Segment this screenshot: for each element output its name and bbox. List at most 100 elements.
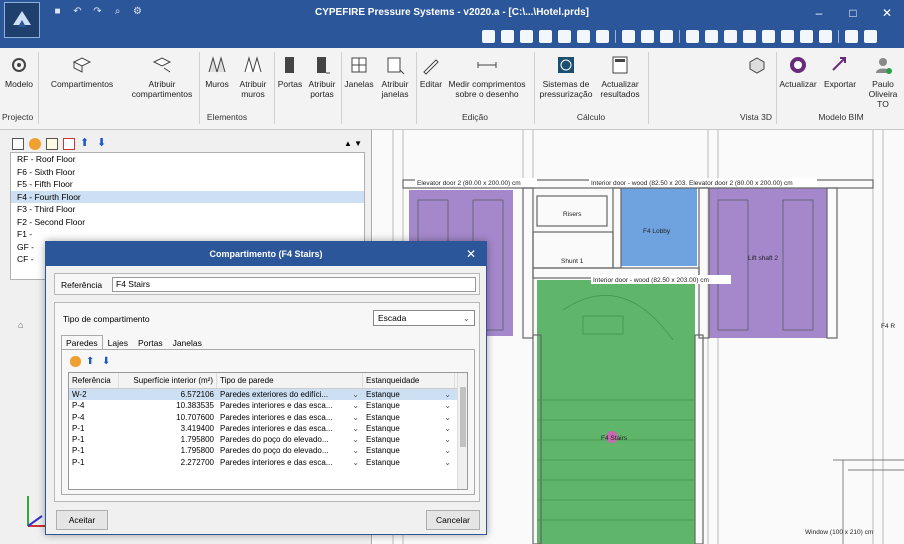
user-avatar-icon	[876, 58, 892, 74]
maximize-button[interactable]: □	[836, 0, 870, 26]
view-toolbar	[0, 26, 904, 48]
lobby-room[interactable]	[621, 188, 697, 266]
atribuir-muros-button[interactable]: Atribuir muros	[233, 54, 273, 99]
separator	[615, 30, 616, 43]
move-down-icon[interactable]: ⬇	[102, 356, 113, 367]
assign-window-icon	[387, 57, 405, 75]
minimize-button[interactable]: –	[802, 0, 836, 26]
snap-icon[interactable]	[660, 30, 673, 43]
floor-item-selected[interactable]: F4 - Fourth Floor	[11, 190, 364, 203]
atribuir-portas-button[interactable]: Atribuir portas	[304, 54, 340, 99]
app-logo-icon[interactable]	[4, 2, 40, 38]
chevron-down-icon: ⌄	[444, 457, 451, 467]
clip-icon[interactable]	[800, 30, 813, 43]
move-up-icon[interactable]: ⬆	[80, 138, 92, 150]
pencil-icon	[423, 59, 439, 75]
tools-icon[interactable]	[819, 30, 832, 43]
floor-item[interactable]: F1 -	[11, 228, 364, 241]
window-icon[interactable]	[686, 30, 699, 43]
janelas-button[interactable]: Janelas	[343, 54, 375, 89]
portas-button[interactable]: Portas	[276, 54, 304, 89]
table-row[interactable]: P-4 10.707600 Paredes interiores e das e…	[69, 412, 467, 423]
lift-shaft-room[interactable]	[709, 188, 827, 338]
floor-item[interactable]: F2 - Second Floor	[11, 216, 364, 229]
label-elevator-door-b: Elevator door 2 (80.00 x 200.00) cm	[689, 180, 793, 187]
edit-icon[interactable]	[70, 356, 81, 367]
chevron-down-icon: ⌄	[352, 435, 359, 445]
floor-item[interactable]: RF - Roof Floor	[11, 153, 364, 166]
col-referencia[interactable]: Referência	[69, 373, 119, 388]
copy-floor-icon[interactable]	[46, 138, 58, 150]
separator	[416, 52, 417, 124]
move-down-icon[interactable]: ⬇	[97, 138, 109, 150]
type-select[interactable]: Escada ⌄	[373, 310, 475, 326]
vista-3d-button[interactable]	[740, 54, 774, 79]
assign-room-icon	[152, 57, 172, 73]
exportar-button[interactable]: Exportar	[820, 54, 860, 89]
close-button[interactable]: ✕	[870, 0, 904, 26]
options-icon[interactable]	[864, 30, 877, 43]
group-vista3d: Vista 3D	[740, 112, 772, 122]
medir-comprimentos-button[interactable]: Medir comprimentos sobre o desenho	[444, 54, 530, 99]
editar-button[interactable]: Editar	[418, 54, 444, 89]
move-up-icon[interactable]: ⬆	[86, 356, 97, 367]
grid-icon[interactable]	[641, 30, 654, 43]
atribuir-janelas-button[interactable]: Atribuir janelas	[375, 54, 415, 99]
angle-icon[interactable]	[762, 30, 775, 43]
table-row[interactable]: P-1 1.795800 Paredes do poço do elevado.…	[69, 445, 467, 456]
type-label: Tipo de compartimento	[63, 314, 150, 324]
floor-item[interactable]: F5 - Fifth Floor	[11, 178, 364, 191]
window-icon	[351, 57, 367, 73]
muros-button[interactable]: Muros	[201, 54, 233, 89]
table-row[interactable]: W-2 6.572106 Paredes exteriores do edifí…	[69, 389, 467, 401]
chevron-down-icon: ⌄	[352, 390, 359, 399]
edit-floor-icon[interactable]	[29, 138, 41, 150]
floor-item[interactable]: F3 - Third Floor	[11, 203, 364, 216]
new-floor-icon[interactable]	[12, 138, 24, 150]
refresh-icon[interactable]	[577, 30, 590, 43]
layers-icon[interactable]	[622, 30, 635, 43]
ruler-icon[interactable]	[743, 30, 756, 43]
stairs-room[interactable]	[537, 280, 695, 544]
room-icon	[72, 57, 92, 73]
accept-button[interactable]: Aceitar	[56, 510, 108, 530]
table-row[interactable]: P-1 1.795800 Paredes do poço do elevado.…	[69, 434, 467, 445]
table-header: Referência Superfície interior (m²) Tipo…	[69, 373, 467, 389]
orbit-icon[interactable]	[781, 30, 794, 43]
col-estanqueidade[interactable]: Estanqueidade	[363, 373, 455, 388]
zoom-in-icon[interactable]	[501, 30, 514, 43]
table-scrollbar[interactable]	[457, 373, 467, 489]
modelo-button[interactable]: Modelo	[2, 54, 36, 89]
delete-floor-icon[interactable]	[63, 138, 75, 150]
fit-icon[interactable]	[596, 30, 609, 43]
zoom-icon[interactable]	[482, 30, 495, 43]
help-icon[interactable]	[845, 30, 858, 43]
col-superficie[interactable]: Superfície interior (m²)	[119, 373, 217, 388]
reference-input[interactable]: F4 Stairs	[112, 277, 476, 292]
user-button[interactable]: Paulo Oliveira TO	[862, 54, 904, 109]
compartimentos-button[interactable]: Compartimentos	[40, 54, 124, 89]
cancel-button[interactable]: Cancelar	[426, 510, 480, 530]
col-tipo[interactable]: Tipo de parede	[217, 373, 363, 388]
zoom-out-icon[interactable]	[520, 30, 533, 43]
label-interior-door-b: Interior door - wood (82.50 x 203.00) cm	[593, 277, 709, 284]
actualizar-resultados-button[interactable]: Actualizar resultados	[596, 54, 644, 99]
export-icon	[832, 57, 846, 71]
dim-icon[interactable]	[724, 30, 737, 43]
dialog-close-button[interactable]: ✕	[466, 242, 476, 266]
atribuir-compartimentos-button[interactable]: Atribuir compartimentos	[126, 54, 198, 99]
table-row[interactable]: P-1 2.272700 Paredes interiores e das es…	[69, 457, 467, 468]
floor-toolbar: ⬆ ⬇	[12, 138, 109, 150]
pan-icon[interactable]	[539, 30, 552, 43]
zoom-window-icon[interactable]	[558, 30, 571, 43]
sistemas-pressurizacao-button[interactable]: Sistemas de pressurização	[536, 54, 596, 99]
view-icon[interactable]: ⌂	[18, 320, 23, 330]
floor-item[interactable]: F6 - Sixth Floor	[11, 166, 364, 179]
table-icon[interactable]	[705, 30, 718, 43]
table-row[interactable]: P-1 3.419400 Paredes interiores e das es…	[69, 423, 467, 434]
list-scroll-arrows[interactable]: ▲ ▼	[344, 139, 362, 148]
actualizar-bim-button[interactable]: Actualizar	[778, 54, 818, 89]
table-row[interactable]: P-4 10.383535 Paredes interiores e das e…	[69, 400, 467, 411]
separator	[838, 30, 839, 43]
scrollbar-thumb[interactable]	[460, 387, 466, 447]
